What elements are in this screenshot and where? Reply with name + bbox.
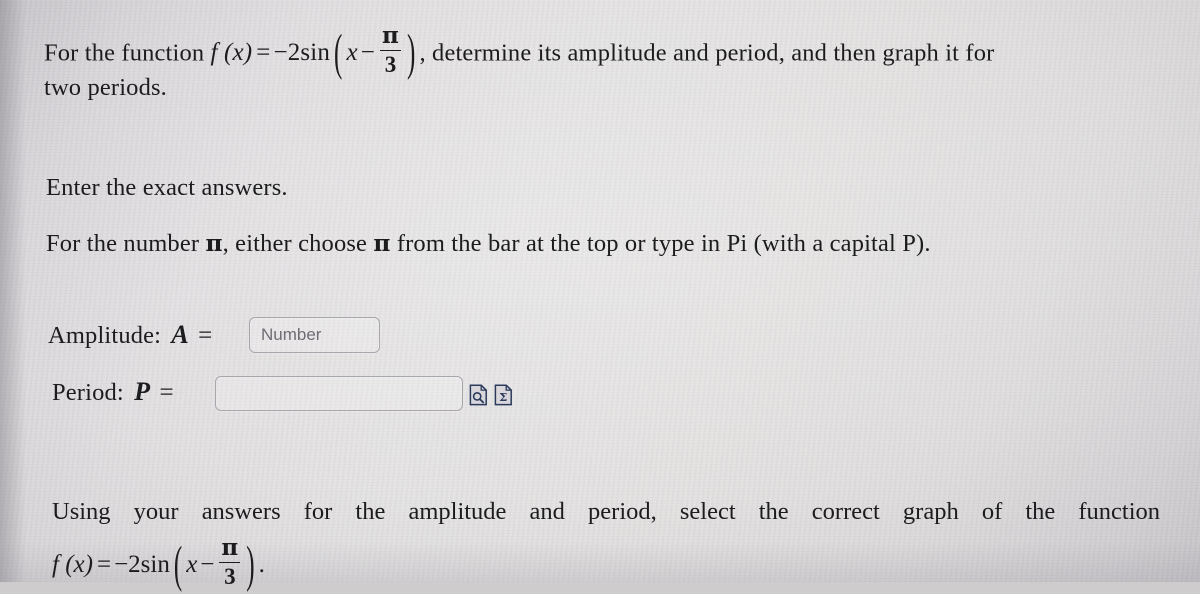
followup-word: the (1025, 498, 1056, 525)
amplitude-input[interactable] (249, 317, 380, 353)
coefficient: −2 (273, 39, 301, 67)
trig-function: sin (300, 39, 331, 67)
followup-word: the (758, 498, 789, 525)
period-input[interactable] (215, 376, 463, 411)
minus-sign: − (360, 39, 376, 67)
followup-word: of (981, 498, 1003, 525)
followup-word: period, (588, 498, 657, 525)
instruction-enter-exact-answers: Enter the exact answers. (46, 174, 288, 201)
amplitude-equals: = (198, 322, 213, 349)
preview-answer-icon[interactable] (469, 384, 488, 406)
svg-text:Σ: Σ (499, 390, 507, 404)
followup-word: correct (811, 498, 880, 525)
period-equals: = (159, 379, 174, 406)
followup-variable-x: x (186, 551, 198, 579)
followup-word: graph (902, 498, 959, 525)
pi-hint-part-2: , either choose (222, 230, 368, 257)
problem-statement-line-1: For the function f (x) = −2sin(x − π 3), dete… (44, 24, 995, 80)
fraction-pi-over-3: π3 (380, 22, 402, 78)
followup-close-paren: ) (246, 538, 255, 594)
amplitude-label-text: Amplitude: (48, 322, 162, 349)
period-symbol: P (134, 377, 151, 406)
followup-open-paren: ( (173, 538, 183, 594)
period-label: Period: P = (52, 379, 177, 406)
pi-hint-part-1: For the number (46, 230, 200, 257)
function-expression-inline: f (x) = −2sin(x − π 3) (210, 24, 420, 80)
followup-function-name: f (x) (52, 551, 93, 579)
followup-minus-sign: − (200, 551, 215, 579)
followup-fraction-denominator: 3 (224, 564, 236, 590)
followup-coefficient: −2 (114, 551, 141, 579)
pi-hint-part-3: from the bar at the top or type in Pi (w… (396, 230, 931, 257)
math-editor-icon[interactable]: Σ (494, 384, 513, 406)
pi-symbol-1: π (205, 230, 223, 257)
fraction-numerator: π (382, 22, 400, 49)
function-name: f (x) (210, 39, 253, 67)
followup-fraction-bar (219, 561, 241, 564)
problem-statement-line-2: two periods. (44, 74, 167, 101)
variable-x: x (346, 39, 358, 67)
followup-word: function (1078, 498, 1161, 525)
open-paren: ( (334, 26, 343, 82)
followup-period-mark: . (258, 551, 265, 579)
followup-word: the (355, 498, 386, 525)
followup-equals-sign: = (96, 551, 112, 579)
followup-word: Using (52, 498, 111, 525)
followup-word: for (303, 498, 333, 525)
close-paren: ) (407, 26, 416, 82)
period-label-text: Period: (52, 379, 124, 406)
amplitude-symbol: A (171, 320, 189, 349)
followup-word: and (529, 498, 565, 525)
followup-fraction-pi-over-3: π3 (219, 534, 241, 590)
problem-intro-prefix: For the function (44, 39, 205, 67)
amplitude-label: Amplitude: A = (48, 322, 215, 349)
followup-trig-function: sin (140, 551, 170, 579)
followup-word: select (679, 498, 736, 525)
followup-word: answers (201, 498, 281, 525)
followup-paragraph: Using your answers for the amplitude and… (52, 498, 1161, 525)
pi-symbol-2: π (373, 230, 391, 257)
fraction-bar (380, 49, 402, 52)
fraction-denominator: 3 (384, 52, 397, 78)
instruction-pi-hint: For the number π, either choose π from t… (46, 230, 931, 257)
followup-word: amplitude (408, 498, 507, 525)
followup-function-expression: f (x) = −2sin(x − π 3). (52, 534, 265, 594)
followup-word: your (133, 498, 179, 525)
followup-fraction-numerator: π (221, 534, 239, 561)
problem-intro-suffix: , determine its amplitude and period, an… (419, 39, 995, 67)
equals-sign: = (256, 39, 271, 67)
